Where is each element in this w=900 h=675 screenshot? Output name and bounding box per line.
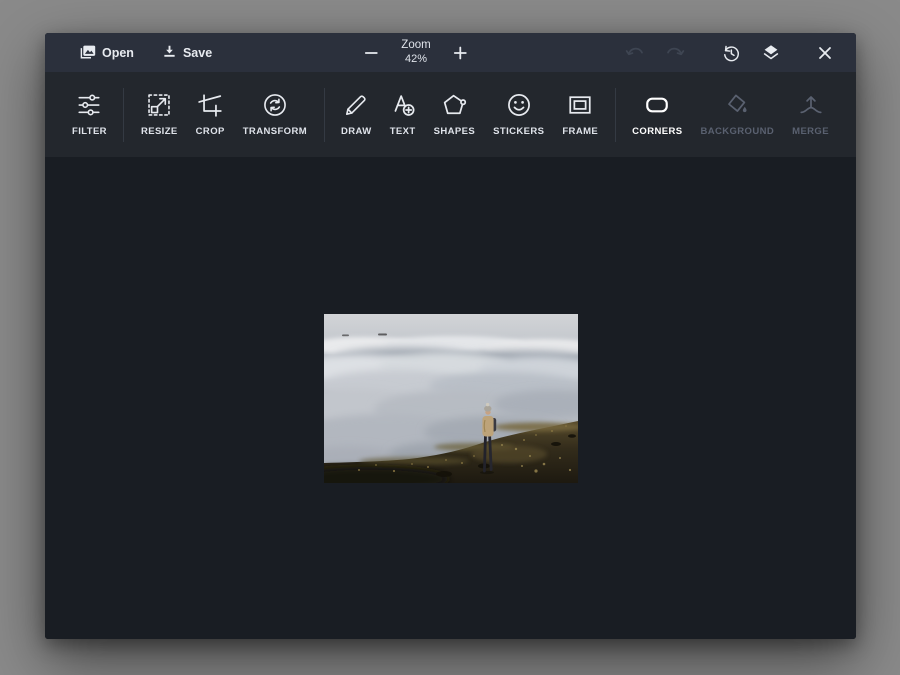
pencil-icon <box>343 92 369 118</box>
zoom-out-button[interactable] <box>359 41 383 65</box>
zoom-label: Zoom <box>401 38 430 52</box>
tool-draw[interactable]: DRAW <box>332 86 381 143</box>
tool-stickers[interactable]: STICKERS <box>484 86 553 143</box>
tool-label: BACKGROUND <box>700 126 774 137</box>
tool-filter[interactable]: FILTER <box>63 86 116 143</box>
save-button[interactable]: Save <box>154 39 218 66</box>
top-bar: Open Save Zoom <box>45 33 856 72</box>
tool-corners[interactable]: CORNERS <box>623 86 691 143</box>
tool-resize[interactable]: RESIZE <box>132 86 187 143</box>
toolbar-separator <box>615 88 616 142</box>
close-button[interactable] <box>812 40 838 66</box>
zoom-in-button[interactable] <box>449 41 473 65</box>
close-icon <box>816 44 834 62</box>
tool-merge[interactable]: MERGE <box>783 86 838 143</box>
open-button[interactable]: Open <box>71 38 140 67</box>
undo-button[interactable] <box>620 38 650 68</box>
frame-icon <box>567 92 593 118</box>
tool-label: STICKERS <box>493 126 544 137</box>
save-download-icon <box>160 43 179 62</box>
toolbar-separator <box>324 88 325 142</box>
zoom-value: 42% <box>405 53 427 67</box>
tool-bar: FILTER RESIZE <box>45 72 856 157</box>
rounded-corners-icon <box>644 92 670 118</box>
open-label: Open <box>102 46 134 60</box>
open-image-icon <box>77 42 98 63</box>
crop-icon <box>197 92 223 118</box>
photo-hiker-above-clouds <box>324 314 578 483</box>
undo-icon <box>624 42 646 64</box>
tool-label: TRANSFORM <box>243 126 307 137</box>
tool-label: CORNERS <box>632 126 682 137</box>
tool-background[interactable]: BACKGROUND <box>691 86 783 143</box>
zoom-display: Zoom 42% <box>401 38 430 66</box>
layers-icon <box>760 42 782 64</box>
layers-button[interactable] <box>756 38 786 68</box>
tool-label: MERGE <box>792 126 829 137</box>
resize-icon <box>146 92 172 118</box>
editor-canvas <box>45 157 856 639</box>
tool-label: RESIZE <box>141 126 178 137</box>
text-add-icon <box>390 92 416 118</box>
tool-label: SHAPES <box>434 126 475 137</box>
canvas-image[interactable] <box>324 314 578 483</box>
tool-shapes[interactable]: SHAPES <box>425 86 484 143</box>
transform-rotate-icon <box>262 92 288 118</box>
history-button[interactable] <box>716 38 746 68</box>
tool-frame[interactable]: FRAME <box>553 86 607 143</box>
plus-icon <box>453 45 469 61</box>
history-clock-icon <box>720 42 742 64</box>
paint-bucket-icon <box>724 92 750 118</box>
redo-button[interactable] <box>660 38 690 68</box>
tool-label: CROP <box>196 126 225 137</box>
tool-crop[interactable]: CROP <box>187 86 234 143</box>
smiley-icon <box>506 92 532 118</box>
tool-transform[interactable]: TRANSFORM <box>234 86 316 143</box>
tool-label: TEXT <box>390 126 416 137</box>
tool-label: FRAME <box>562 126 598 137</box>
tool-text[interactable]: TEXT <box>381 86 425 143</box>
zoom-controls: Zoom 42% <box>359 33 472 72</box>
editor-window: Open Save Zoom <box>45 33 856 639</box>
shapes-polygon-icon <box>441 92 467 118</box>
save-label: Save <box>183 46 212 60</box>
toolbar-separator <box>123 88 124 142</box>
redo-icon <box>664 42 686 64</box>
filter-sliders-icon <box>76 92 102 118</box>
tool-label: DRAW <box>341 126 372 137</box>
minus-icon <box>363 45 379 61</box>
tool-label: FILTER <box>72 126 107 137</box>
merge-arrow-icon <box>798 92 824 118</box>
